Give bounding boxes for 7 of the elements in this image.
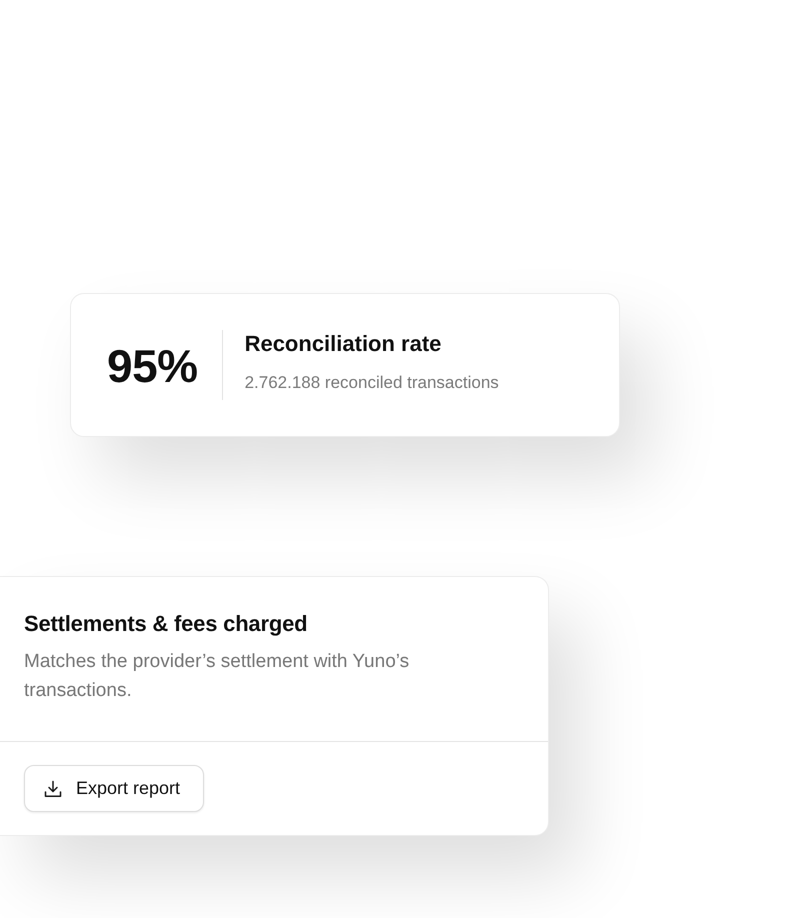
export-report-button[interactable]: Export report — [24, 765, 204, 812]
metric-title: Reconciliation rate — [244, 331, 442, 357]
metric-subtitle: 2.762.188 reconciled transactions — [244, 373, 499, 393]
report-title: Settlements & fees charged — [24, 611, 308, 637]
report-description: Matches the provider’s settlement with Yuno’s transactions. — [24, 650, 410, 703]
download-icon — [43, 778, 63, 798]
metric-value: 95% — [107, 343, 198, 389]
